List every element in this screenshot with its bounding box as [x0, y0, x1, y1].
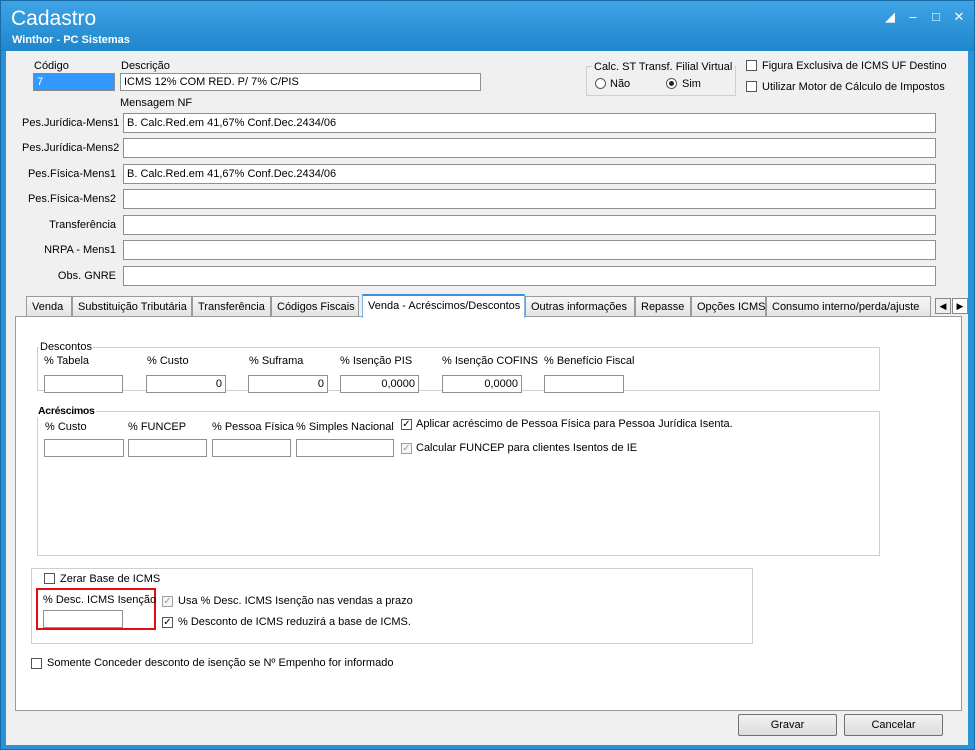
radio-nao-label: Não: [610, 78, 631, 90]
msg-field-pf1[interactable]: B. Calc.Red.em 41,67% Conf.Dec.2434/06: [123, 164, 936, 184]
tab-venda[interactable]: Venda: [26, 296, 72, 316]
window-subtitle: Winthor - PC Sistemas: [12, 34, 130, 46]
desc-tabela-field[interactable]: [44, 375, 123, 393]
utilizar-motor-label: Utilizar Motor de Cálculo de Impostos: [762, 81, 945, 93]
desconto-reduzira-label: % Desconto de ICMS reduzirá a base de IC…: [178, 616, 411, 628]
descontos-title: Descontos: [39, 341, 93, 353]
tab-outras-informacoes[interactable]: Outras informações: [525, 296, 635, 316]
acr-simples-nacional-label: % Simples Nacional: [296, 421, 394, 433]
title-bar: Cadastro Winthor - PC Sistemas ◢ – □ ✕: [1, 1, 974, 51]
acr-funcep-label: % FUNCEP: [128, 421, 187, 433]
button-bar: Gravar Cancelar: [6, 711, 968, 745]
msg-field-pf2[interactable]: [123, 189, 936, 209]
aplicar-acrescimo-checkbox[interactable]: ✓: [401, 419, 412, 430]
tab-consumo-interno[interactable]: Consumo interno/perda/ajuste: [766, 296, 931, 316]
somente-conceder-checkbox[interactable]: [31, 658, 42, 669]
usa-desc-icms-checkbox[interactable]: ✓: [162, 596, 173, 607]
tab-codigos-fiscais[interactable]: Códigos Fiscais: [271, 296, 359, 316]
minimize-icon[interactable]: –: [904, 9, 922, 25]
usa-desc-icms-label: Usa % Desc. ICMS Isenção nas vendas a pr…: [178, 595, 413, 607]
acr-custo-label: % Custo: [45, 421, 87, 433]
acr-simples-nacional-field[interactable]: [296, 439, 394, 457]
desc-beneficio-fiscal-field[interactable]: [544, 375, 624, 393]
msg-label-pf1: Pes.Física-Mens1: [27, 168, 116, 180]
tab-panel: Descontos % Tabela % Custo 0 % Suframa 0…: [15, 316, 962, 711]
acr-pessoa-fisica-field[interactable]: [212, 439, 291, 457]
tab-repasse[interactable]: Repasse: [635, 296, 691, 316]
acr-custo-field[interactable]: [44, 439, 124, 457]
tab-scroll-left-icon[interactable]: ◀: [935, 298, 951, 314]
calc-st-label: Calc. ST Transf. Filial Virtual: [592, 61, 735, 73]
tab-scroll-right-icon[interactable]: ▶: [952, 298, 968, 314]
desc-suframa-field[interactable]: 0: [248, 375, 328, 393]
acrescimos-title: Acréscimos: [37, 405, 96, 417]
desc-isencao-cofins-label: % Isenção COFINS: [442, 355, 538, 367]
msg-field-gnre[interactable]: [123, 266, 936, 286]
zerar-base-checkbox[interactable]: [44, 573, 55, 584]
mensagem-nf-label: Mensagem NF: [120, 97, 193, 109]
desc-icms-isencao-label: % Desc. ICMS Isenção: [43, 594, 157, 606]
msg-label-pj1: Pes.Jurídica-Mens1: [22, 117, 120, 129]
cancelar-button[interactable]: Cancelar: [844, 714, 943, 736]
msg-field-nrpa[interactable]: [123, 240, 936, 260]
radio-sim[interactable]: [666, 78, 677, 89]
tab-substituicao-tributaria[interactable]: Substituição Tributária: [72, 296, 192, 316]
tab-transferencia[interactable]: Transferência: [192, 296, 271, 316]
msg-label-transferencia: Transferência: [49, 219, 116, 231]
window: Cadastro Winthor - PC Sistemas ◢ – □ ✕ C…: [0, 0, 975, 750]
window-title: Cadastro: [11, 7, 97, 30]
desc-beneficio-fiscal-label: % Benefício Fiscal: [544, 355, 635, 367]
acr-pessoa-fisica-label: % Pessoa Física: [212, 421, 294, 433]
maximize-icon[interactable]: □: [927, 9, 945, 25]
aplicar-acrescimo-label: Aplicar acréscimo de Pessoa Física para …: [416, 418, 733, 430]
desc-custo-label: % Custo: [147, 355, 189, 367]
codigo-field[interactable]: 7: [33, 73, 115, 91]
desc-suframa-label: % Suframa: [249, 355, 304, 367]
msg-field-pj1[interactable]: B. Calc.Red.em 41,67% Conf.Dec.2434/06: [123, 113, 936, 133]
calcular-funcep-checkbox[interactable]: ✓: [401, 443, 412, 454]
desc-isencao-pis-label: % Isenção PIS: [340, 355, 413, 367]
desc-custo-field[interactable]: 0: [146, 375, 226, 393]
desconto-reduzira-checkbox[interactable]: ✓: [162, 617, 173, 628]
desc-tabela-label: % Tabela: [44, 355, 90, 367]
msg-label-nrpa: NRPA - Mens1: [44, 244, 116, 256]
tab-opcoes-icms[interactable]: Opções ICMS: [691, 296, 766, 316]
close-icon[interactable]: ✕: [950, 9, 968, 25]
msg-label-pf2: Pes.Física-Mens2: [27, 193, 116, 205]
msg-label-pj2: Pes.Jurídica-Mens2: [22, 142, 120, 154]
utilizar-motor-checkbox[interactable]: [746, 81, 757, 92]
msg-field-transferencia[interactable]: [123, 215, 936, 235]
acr-funcep-field[interactable]: [128, 439, 207, 457]
descricao-label: Descrição: [121, 60, 170, 72]
restore-icon[interactable]: ◢: [881, 9, 899, 25]
desc-isencao-pis-field[interactable]: 0,0000: [340, 375, 419, 393]
desc-isencao-cofins-field[interactable]: 0,0000: [442, 375, 522, 393]
radio-nao[interactable]: [595, 78, 606, 89]
msg-label-gnre: Obs. GNRE: [57, 270, 116, 282]
radio-sim-label: Sim: [682, 78, 701, 90]
client-area: Código 7 Descrição ICMS 12% COM RED. P/ …: [6, 51, 968, 745]
zerar-base-label: Zerar Base de ICMS: [60, 573, 161, 585]
calcular-funcep-label: Calcular FUNCEP para clientes Isentos de…: [416, 442, 638, 454]
somente-conceder-label: Somente Conceder desconto de isenção se …: [47, 657, 394, 669]
figura-exclusiva-label: Figura Exclusiva de ICMS UF Destino: [762, 60, 947, 72]
gravar-button[interactable]: Gravar: [738, 714, 837, 736]
figura-exclusiva-checkbox[interactable]: [746, 60, 757, 71]
msg-field-pj2[interactable]: [123, 138, 936, 158]
descricao-field[interactable]: ICMS 12% COM RED. P/ 7% C/PIS: [120, 73, 481, 91]
tab-venda-acrescimos-descontos[interactable]: Venda - Acréscimos/Descontos: [362, 294, 525, 318]
desc-icms-isencao-field[interactable]: [43, 610, 123, 628]
codigo-label: Código: [34, 60, 69, 72]
